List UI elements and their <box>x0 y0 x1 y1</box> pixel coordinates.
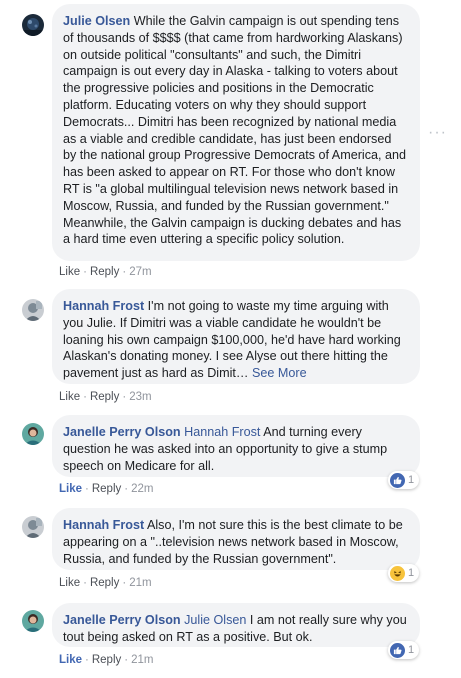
comment-actions: Like · Reply · 23m <box>59 390 152 404</box>
like-link[interactable]: Like <box>59 483 82 495</box>
separator: · <box>122 266 127 278</box>
separator: · <box>85 483 89 495</box>
comment-bubble: Julie Olsen While the Galvin campaign is… <box>52 4 420 261</box>
janelle-avatar-icon <box>22 610 44 632</box>
avatar[interactable] <box>22 299 44 321</box>
comment-author[interactable]: Hannah Frost <box>63 518 144 532</box>
more-options-icon[interactable]: ··· <box>428 124 447 142</box>
comment-author[interactable]: Julie Olsen <box>63 14 130 28</box>
comment-bubble: Hannah Frost Also, I'm not sure this is … <box>52 508 420 570</box>
reaction-count: 1 <box>408 644 415 656</box>
comment-author[interactable]: Janelle Perry Olson <box>63 613 181 627</box>
comment-actions: Like · Reply · 21m <box>59 653 153 667</box>
hannah-avatar-icon <box>22 516 44 538</box>
reaction-summary[interactable]: 1 <box>388 564 420 582</box>
hannah-avatar-icon <box>22 299 44 321</box>
reply-link[interactable]: Reply <box>92 654 121 666</box>
comment-bubble: Janelle Perry Olson Hannah Frost And tur… <box>52 415 420 477</box>
like-link[interactable]: Like <box>59 577 80 589</box>
see-more-link[interactable]: See More <box>252 366 307 380</box>
like-icon <box>390 642 405 658</box>
comment-timestamp[interactable]: 23m <box>129 391 151 403</box>
separator: · <box>85 654 89 666</box>
comment-actions: Like · Reply · 27m <box>59 265 152 279</box>
comment-timestamp[interactable]: 21m <box>131 654 153 666</box>
like-link[interactable]: Like <box>59 266 80 278</box>
comment-timestamp[interactable]: 21m <box>129 577 151 589</box>
comment-author[interactable]: Janelle Perry Olson <box>63 425 181 439</box>
comment-thread: Julie Olsen While the Galvin campaign is… <box>0 0 461 678</box>
reply-link[interactable]: Reply <box>92 483 121 495</box>
reaction-summary[interactable]: 1 <box>388 471 420 489</box>
reply-link[interactable]: Reply <box>90 266 119 278</box>
comment-actions: Like · Reply · 21m <box>59 576 152 590</box>
reply-link[interactable]: Reply <box>90 391 119 403</box>
like-icon <box>390 472 405 488</box>
reaction-count: 1 <box>408 474 415 486</box>
separator: · <box>122 577 127 589</box>
comment-bubble: Hannah Frost I'm not going to waste my t… <box>52 289 420 384</box>
mention-link[interactable]: Julie Olsen <box>184 613 246 627</box>
separator: · <box>83 391 87 403</box>
avatar[interactable] <box>22 14 44 36</box>
comment-timestamp[interactable]: 22m <box>131 483 153 495</box>
julie-avatar-icon <box>22 14 44 36</box>
comment-actions: Like · Reply · 22m <box>59 482 153 496</box>
comment-timestamp[interactable]: 27m <box>129 266 151 278</box>
like-link[interactable]: Like <box>59 654 82 666</box>
separator: · <box>83 577 87 589</box>
janelle-avatar-icon <box>22 423 44 445</box>
mention-link[interactable]: Hannah Frost <box>184 425 260 439</box>
comment-text: While the Galvin campaign is out spendin… <box>63 14 407 247</box>
haha-icon <box>390 565 405 581</box>
comment-bubble: Janelle Perry Olson Julie Olsen I am not… <box>52 603 420 647</box>
reply-link[interactable]: Reply <box>90 577 119 589</box>
separator: · <box>83 266 87 278</box>
avatar[interactable] <box>22 423 44 445</box>
avatar[interactable] <box>22 610 44 632</box>
reaction-summary[interactable]: 1 <box>388 641 420 659</box>
separator: · <box>122 391 127 403</box>
reaction-count: 1 <box>408 567 415 579</box>
like-link[interactable]: Like <box>59 391 80 403</box>
avatar[interactable] <box>22 516 44 538</box>
comment-author[interactable]: Hannah Frost <box>63 299 144 313</box>
separator: · <box>124 483 129 495</box>
separator: · <box>124 654 129 666</box>
